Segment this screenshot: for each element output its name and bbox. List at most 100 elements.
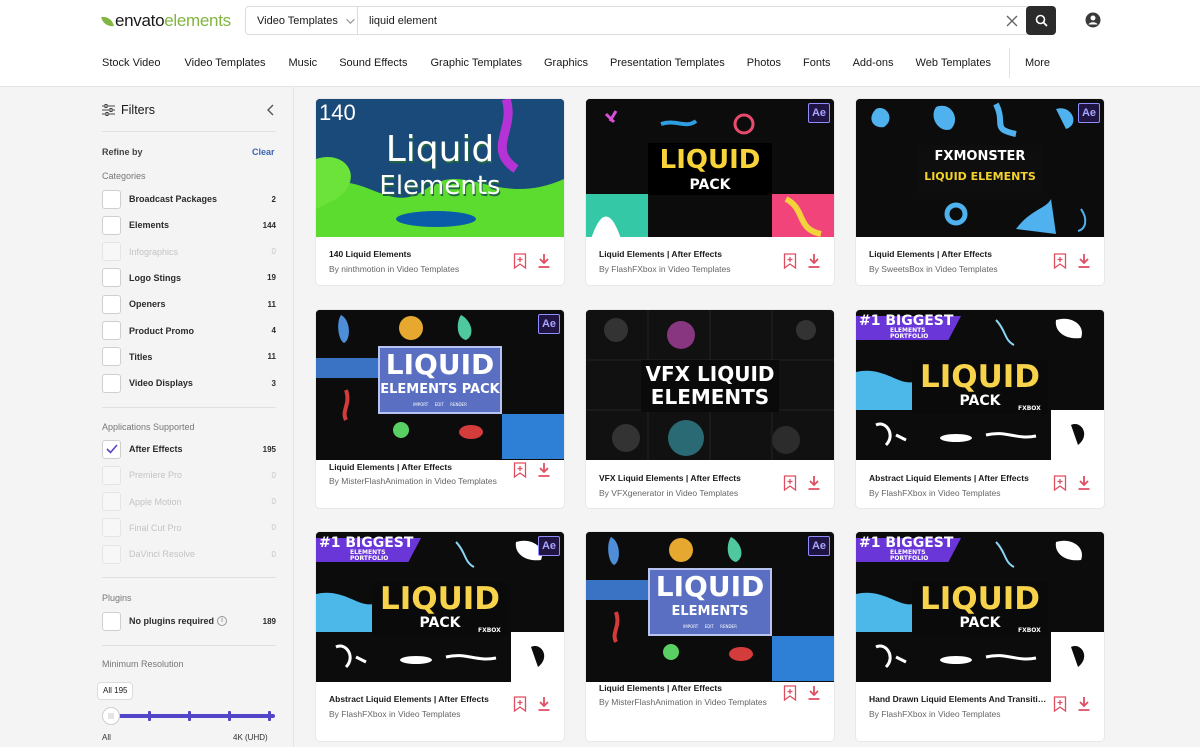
categories-label: Categories [102,171,146,181]
card-title[interactable]: Abstract Liquid Elements | After Effects [869,473,1049,483]
clear-filters-link[interactable]: Clear [252,147,275,157]
thumb-title-line1: VFX LIQUID [645,362,775,386]
result-card[interactable]: 140 Liquid Elements 140 Liquid Elements By n… [316,99,564,285]
filter-no-plugins[interactable]: No plugins required i 189 [102,611,276,631]
slider-tick [228,711,231,721]
card-title[interactable]: Liquid Elements | After Effects [329,462,509,472]
checkbox[interactable] [102,189,121,209]
download-icon[interactable] [1077,253,1091,269]
card-thumbnail[interactable]: LIQUID PACK Ae [586,99,834,237]
chevron-left-icon[interactable] [266,104,276,116]
card-title[interactable]: Liquid Elements | After Effects [599,249,779,259]
search-input[interactable] [358,7,999,34]
bookmark-add-icon[interactable] [1053,696,1067,712]
download-icon[interactable] [1077,475,1091,491]
download-icon[interactable] [807,253,821,269]
after-effects-badge: Ae [538,536,560,556]
bookmark-add-icon[interactable] [513,462,527,478]
card-thumbnail[interactable]: #1 BIGGEST ELEMENTS PORTFOLIO LIQUID PACK FXB… [316,532,564,682]
filter-option[interactable]: Product Promo 4 [102,321,276,341]
card-thumbnail[interactable]: #1 BIGGEST ELEMENTS PORTFOLIO LIQUID PACK FXB… [856,310,1104,460]
nav-fonts[interactable]: Fonts [803,57,831,69]
bookmark-add-icon[interactable] [513,696,527,712]
bookmark-add-icon[interactable] [783,685,797,701]
nav-music[interactable]: Music [288,57,317,69]
after-effects-badge: Ae [808,536,830,556]
download-icon[interactable] [1077,696,1091,712]
search-button[interactable] [1026,6,1056,35]
nav-sound-effects[interactable]: Sound Effects [339,57,407,69]
result-card[interactable]: #1 BIGGEST ELEMENTS PORTFOLIO LIQUID PACK FXB… [856,532,1104,741]
bookmark-add-icon[interactable] [1053,475,1067,491]
bookmark-add-icon[interactable] [513,253,527,269]
checkbox[interactable] [102,373,121,393]
nav-add-ons[interactable]: Add-ons [853,57,894,69]
download-icon[interactable] [537,462,551,478]
resolution-slider-thumb[interactable] [102,707,120,725]
card-title[interactable]: Liquid Elements | After Effects [599,683,779,693]
nav-graphics[interactable]: Graphics [544,57,588,69]
resolution-slider-track[interactable] [110,714,275,718]
card-thumbnail[interactable]: #1 BIGGEST ELEMENTS PORTFOLIO LIQUID PACK FXB… [856,532,1104,682]
nav-more[interactable]: More [1025,57,1050,69]
thumb-title-line1: LIQUID [919,581,1041,617]
filter-option[interactable]: Openers 11 [102,294,276,314]
result-card[interactable]: #1 BIGGEST ELEMENTS PORTFOLIO LIQUID PACK FXB… [856,310,1104,508]
nav-presentation-templates[interactable]: Presentation Templates [610,57,725,69]
envato-elements-logo[interactable]: envatoelements [101,11,231,31]
card-thumbnail[interactable]: LIQUID ELEMENTS PACK IMPORT EDIT RENDER Ae [316,310,564,460]
card-title[interactable]: Liquid Elements | After Effects [869,249,1049,259]
card-title[interactable]: Abstract Liquid Elements | After Effects [329,694,509,704]
filter-label: Video Displays [129,378,193,389]
card-actions [513,696,551,712]
download-icon[interactable] [537,696,551,712]
filter-option[interactable]: Broadcast Packages 2 [102,189,276,209]
filter-option[interactable]: Elements 144 [102,215,276,235]
result-card[interactable]: LIQUID ELEMENTS PACK IMPORT EDIT RENDER Ae L… [316,310,564,508]
nav-video-templates[interactable]: Video Templates [185,57,266,69]
result-card[interactable]: #1 BIGGEST ELEMENTS PORTFOLIO LIQUID PACK FXB… [316,532,564,741]
card-thumbnail[interactable]: FXMONSTER LIQUID ELEMENTS Ae [856,99,1104,237]
clear-search-button[interactable] [999,8,1025,34]
account-icon[interactable] [1085,12,1101,28]
nav-graphic-templates[interactable]: Graphic Templates [430,57,522,69]
filter-option[interactable]: Video Displays 3 [102,373,276,393]
card-actions [1053,475,1091,491]
card-title[interactable]: VFX Liquid Elements | After Effects [599,473,779,483]
card-thumbnail[interactable]: LIQUID ELEMENTS IMPORT EDIT RENDER Ae [586,532,834,682]
filter-label: Titles [129,351,153,362]
filter-option[interactable]: Titles 11 [102,347,276,367]
card-thumbnail[interactable]: VFX LIQUID ELEMENTS [586,310,834,460]
filter-option[interactable]: After Effects 195 [102,439,276,459]
filter-option: Final Cut Pro 0 [102,518,276,538]
checkbox[interactable] [102,611,121,631]
result-card[interactable]: LIQUID PACK Ae Liquid Elements | After Effe… [586,99,834,285]
checkbox[interactable] [102,268,121,288]
bookmark-add-icon[interactable] [783,253,797,269]
checkbox[interactable] [102,294,121,314]
card-thumbnail[interactable]: 140 Liquid Elements [316,99,564,237]
nav-web-templates[interactable]: Web Templates [916,57,991,69]
filter-label: Product Promo [129,325,195,336]
download-icon[interactable] [537,253,551,269]
checkbox[interactable] [102,439,121,459]
checkbox[interactable] [102,347,121,367]
bookmark-add-icon[interactable] [783,475,797,491]
info-icon[interactable]: i [217,616,228,627]
search-category-select[interactable]: Video Templates [246,7,358,34]
card-title[interactable]: Hand Drawn Liquid Elements And Transitio… [869,694,1049,704]
download-icon[interactable] [807,685,821,701]
card-title[interactable]: 140 Liquid Elements [329,249,509,259]
bookmark-add-icon[interactable] [1053,253,1067,269]
result-card[interactable]: LIQUID ELEMENTS IMPORT EDIT RENDER Ae Liquid… [586,532,834,741]
filter-option[interactable]: Logo Stings 19 [102,268,276,288]
checkbox[interactable] [102,215,121,235]
nav-stock-video[interactable]: Stock Video [102,57,161,69]
result-card[interactable]: FXMONSTER LIQUID ELEMENTS Ae Liquid Element… [856,99,1104,285]
nav-photos[interactable]: Photos [747,57,781,69]
result-card[interactable]: VFX LIQUID ELEMENTS VFX Liquid Elements | … [586,310,834,508]
filter-option: Infographics 0 [102,242,276,262]
close-icon [1006,15,1018,26]
checkbox[interactable] [102,321,121,340]
download-icon[interactable] [807,475,821,491]
